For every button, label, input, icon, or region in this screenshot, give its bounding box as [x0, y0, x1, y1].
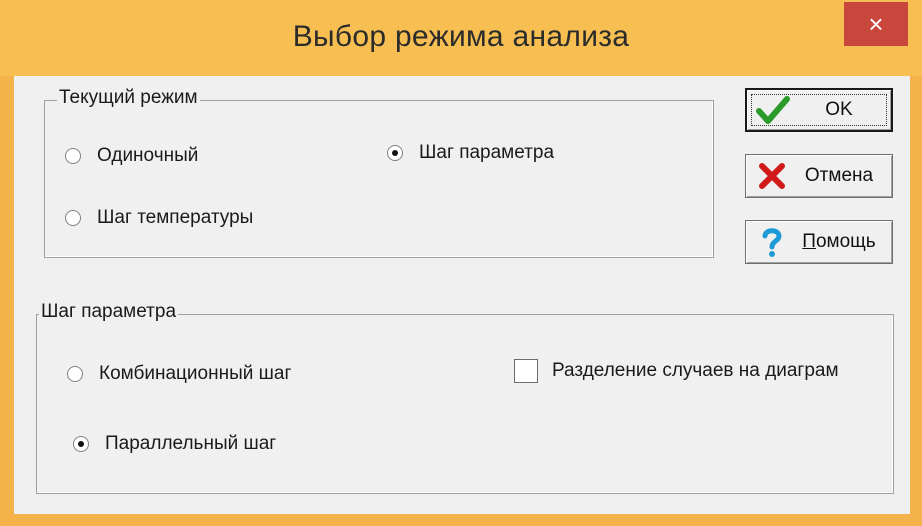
- radio-temp-step-label: Шаг температуры: [97, 207, 254, 228]
- current-mode-group: Текущий режим Одиночный Шаг параметра Ша…: [44, 87, 714, 258]
- radio-combinational-circle[interactable]: [67, 366, 83, 382]
- current-mode-legend: Текущий режим: [57, 87, 200, 109]
- close-button[interactable]: ×: [844, 2, 908, 46]
- param-step-legend: Шаг параметра: [39, 301, 179, 323]
- radio-single[interactable]: Одиночный: [65, 145, 198, 167]
- red-x-icon: [752, 162, 792, 190]
- radio-parallel[interactable]: Параллельный шаг: [73, 433, 276, 455]
- radio-temp-step-circle[interactable]: [65, 210, 81, 226]
- ok-button[interactable]: OK: [745, 88, 893, 132]
- radio-parallel-circle[interactable]: [73, 436, 89, 452]
- radio-param-step[interactable]: Шаг параметра: [387, 142, 554, 164]
- question-icon: [752, 226, 792, 258]
- close-icon: ×: [868, 8, 884, 39]
- radio-combinational[interactable]: Комбинационный шаг: [67, 363, 291, 385]
- cancel-button[interactable]: Отмена: [745, 154, 893, 198]
- split-cases-checkbox-label: Разделение случаев на диаграм: [552, 360, 839, 381]
- cancel-label: Отмена: [804, 165, 874, 186]
- radio-single-label: Одиночный: [97, 145, 199, 166]
- radio-param-step-label: Шаг параметра: [419, 142, 555, 163]
- help-label: Помощь: [802, 231, 876, 252]
- help-button[interactable]: Помощь: [745, 220, 893, 264]
- title-bar[interactable]: Выбор режима анализа ×: [0, 0, 922, 76]
- radio-single-circle[interactable]: [65, 148, 81, 164]
- radio-param-step-circle[interactable]: [387, 145, 403, 161]
- split-cases-checkbox[interactable]: Разделение случаев на диаграм: [514, 359, 839, 383]
- param-step-group: Шаг параметра Комбинационный шаг Паралле…: [36, 301, 894, 494]
- focus-ring: [751, 94, 887, 126]
- split-cases-checkbox-box[interactable]: [514, 359, 538, 383]
- radio-combinational-label: Комбинационный шаг: [99, 363, 292, 384]
- dialog-client-area: Текущий режим Одиночный Шаг параметра Ша…: [14, 76, 910, 514]
- radio-parallel-label: Параллельный шаг: [105, 433, 277, 454]
- radio-temp-step[interactable]: Шаг температуры: [65, 207, 253, 229]
- window-title: Выбор режима анализа: [292, 20, 630, 53]
- dialog-window: Выбор режима анализа × Текущий режим Оди…: [0, 0, 922, 526]
